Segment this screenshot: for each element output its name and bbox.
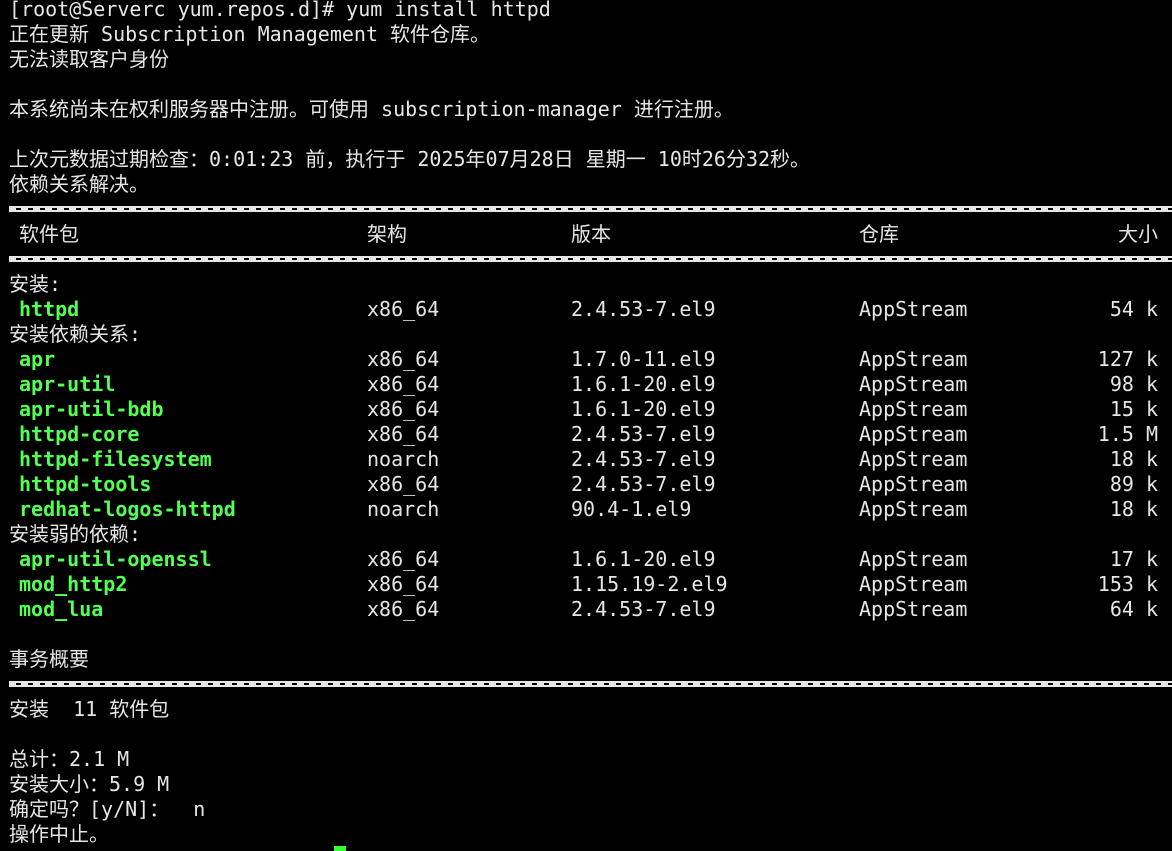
- deps-resolved-message: 依赖关系解决。: [9, 172, 149, 196]
- package-row: apr-util-openssl x86_64 1.6.1-20.el9 AppStr…: [9, 547, 1172, 572]
- package-size: 89 k: [1109, 472, 1158, 496]
- package-row: httpd-tools x86_64 2.4.53-7.el9 AppStream 89…: [9, 472, 1172, 497]
- prompt-line: [root@Serverc yum.repos.d]# yum install …: [9, 0, 551, 21]
- total-size: 总计：2.1 M: [9, 747, 130, 771]
- install-count: 安装 11 软件包: [9, 697, 170, 721]
- package-version: 2.4.53-7.el9: [571, 472, 716, 496]
- separator-rule: [9, 197, 1172, 222]
- confirm-prompt: 确定吗？[y/N]： n: [9, 797, 206, 821]
- package-version: 1.7.0-11.el9: [571, 347, 716, 371]
- package-arch: x86_64: [367, 422, 440, 446]
- package-arch: x86_64: [367, 297, 440, 321]
- package-arch: x86_64: [367, 472, 440, 496]
- package-repo: AppStream: [859, 597, 968, 621]
- package-version: 1.6.1-20.el9: [571, 372, 716, 396]
- package-size: 54 k: [1109, 297, 1158, 321]
- package-arch: x86_64: [367, 547, 440, 571]
- package-version: 1.6.1-20.el9: [571, 397, 716, 421]
- package-row: httpd-filesystem noarch 2.4.53-7.el9 AppStr…: [9, 447, 1172, 472]
- package-arch: x86_64: [367, 397, 440, 421]
- package-size: 1.5 M: [1097, 422, 1158, 446]
- package-version: 2.4.53-7.el9: [571, 422, 716, 446]
- package-repo: AppStream: [859, 297, 968, 321]
- package-size: 18 k: [1109, 497, 1158, 521]
- transaction-summary-label: 事务概要: [9, 647, 89, 671]
- package-name: redhat-logos-httpd: [19, 497, 236, 521]
- package-row: mod_lua x86_64 2.4.53-7.el9 AppStream 64 k: [9, 597, 1172, 622]
- table-header: 软件包 架构 版本 仓库 大小: [9, 222, 1172, 247]
- package-repo: AppStream: [859, 372, 968, 396]
- package-size: 98 k: [1109, 372, 1158, 396]
- package-size: 17 k: [1109, 547, 1158, 571]
- installed-size: 安装大小：5.9 M: [9, 772, 170, 796]
- package-repo: AppStream: [859, 397, 968, 421]
- column-header-arch: 架构: [367, 222, 407, 246]
- package-repo: AppStream: [859, 547, 968, 571]
- package-repo: AppStream: [859, 447, 968, 471]
- package-row: redhat-logos-httpd noarch 90.4-1.el9 AppStr…: [9, 497, 1172, 522]
- package-row: httpd x86_64 2.4.53-7.el9 AppStream 54 k: [9, 297, 1172, 322]
- package-version: 1.6.1-20.el9: [571, 547, 716, 571]
- package-arch: x86_64: [367, 347, 440, 371]
- package-size: 18 k: [1109, 447, 1158, 471]
- not-registered-message: 本系统尚未在权利服务器中注册。可使用 subscription-manager …: [9, 97, 734, 121]
- column-header-name: 软件包: [19, 222, 79, 246]
- column-header-repo: 仓库: [859, 222, 899, 246]
- separator-rule: [9, 672, 1172, 697]
- package-arch: x86_64: [367, 372, 440, 396]
- package-name: httpd: [19, 297, 80, 321]
- package-version: 90.4-1.el9: [571, 497, 692, 521]
- terminal-cursor: [334, 846, 346, 851]
- package-size: 153 k: [1097, 572, 1158, 596]
- package-name: httpd-core: [19, 422, 140, 446]
- column-header-size: 大小: [1118, 222, 1158, 246]
- package-row: apr-util-bdb x86_64 1.6.1-20.el9 AppStream 1…: [9, 397, 1172, 422]
- section-install-label: 安装:: [9, 272, 62, 296]
- package-name: apr-util-bdb: [19, 397, 164, 421]
- package-name: mod_lua: [19, 597, 104, 621]
- section-weak-label: 安装弱的依赖:: [9, 522, 142, 546]
- package-arch: x86_64: [367, 597, 440, 621]
- package-version: 2.4.53-7.el9: [571, 447, 716, 471]
- package-size: 127 k: [1097, 347, 1158, 371]
- no-identity-message: 无法读取客户身份: [9, 47, 169, 71]
- package-name: apr-util-openssl: [19, 547, 212, 571]
- separator-rule: [9, 247, 1172, 272]
- column-header-version: 版本: [571, 222, 611, 246]
- package-row: apr-util x86_64 1.6.1-20.el9 AppStream 98 k: [9, 372, 1172, 397]
- updating-message: 正在更新 Subscription Management 软件仓库。: [9, 22, 491, 46]
- package-repo: AppStream: [859, 572, 968, 596]
- package-name: httpd-filesystem: [19, 447, 212, 471]
- metadata-check-message: 上次元数据过期检查：0:01:23 前，执行于 2025年07月28日 星期一 …: [9, 147, 811, 171]
- package-version: 2.4.53-7.el9: [571, 297, 716, 321]
- section-deps-label: 安装依赖关系:: [9, 322, 142, 346]
- package-name: httpd-tools: [19, 472, 152, 496]
- package-name: apr: [19, 347, 56, 371]
- package-repo: AppStream: [859, 422, 968, 446]
- package-repo: AppStream: [859, 347, 968, 371]
- package-size: 15 k: [1109, 397, 1158, 421]
- package-name: mod_http2: [19, 572, 128, 596]
- package-row: httpd-core x86_64 2.4.53-7.el9 AppStream 1.5…: [9, 422, 1172, 447]
- package-arch: noarch: [367, 497, 440, 521]
- aborted-message: 操作中止。: [9, 822, 109, 846]
- package-row: mod_http2 x86_64 1.15.19-2.el9 AppStream 153…: [9, 572, 1172, 597]
- package-version: 1.15.19-2.el9: [571, 572, 728, 596]
- package-repo: AppStream: [859, 497, 968, 521]
- terminal-window[interactable]: [root@Serverc yum.repos.d]# yum install …: [9, 0, 1172, 851]
- package-arch: noarch: [367, 447, 440, 471]
- package-version: 2.4.53-7.el9: [571, 597, 716, 621]
- package-row: apr x86_64 1.7.0-11.el9 AppStream 127 k: [9, 347, 1172, 372]
- package-size: 64 k: [1109, 597, 1158, 621]
- package-repo: AppStream: [859, 472, 968, 496]
- package-name: apr-util: [19, 372, 116, 396]
- package-arch: x86_64: [367, 572, 440, 596]
